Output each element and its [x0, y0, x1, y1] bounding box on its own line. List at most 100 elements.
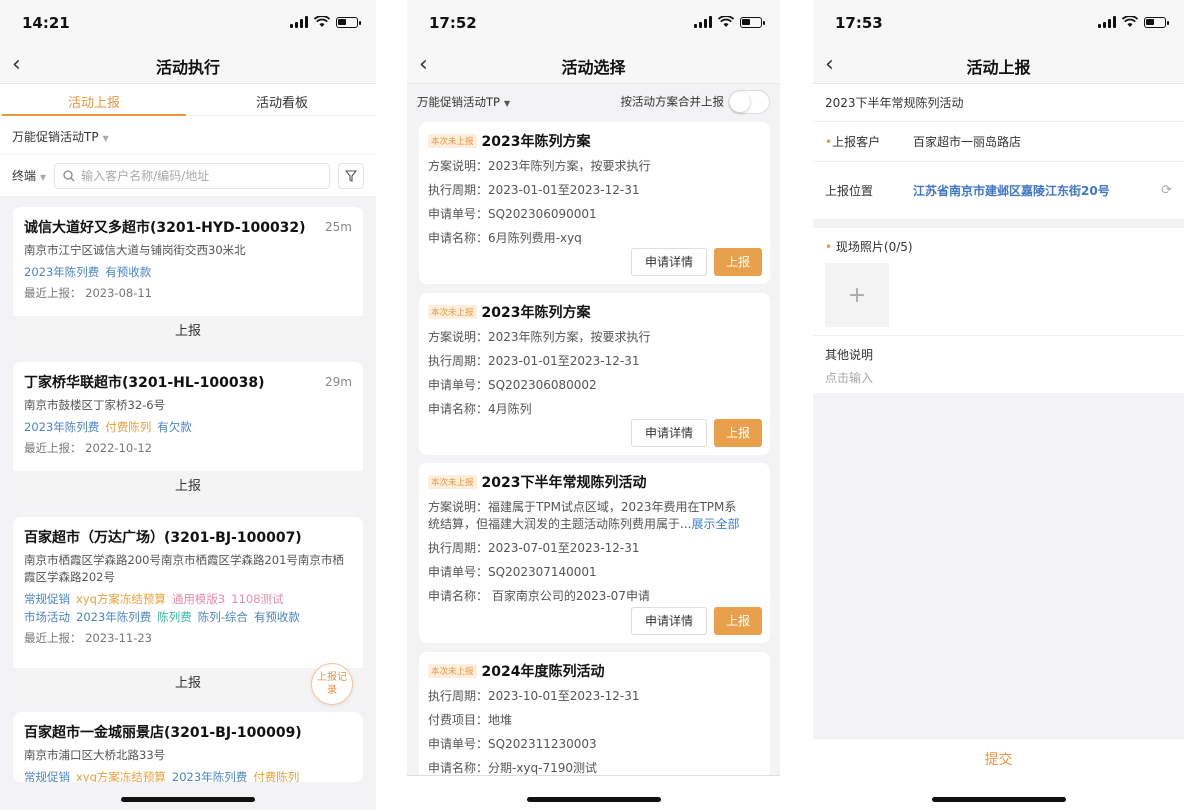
report-button[interactable]: 上报 — [714, 607, 762, 635]
merge-report-toggle[interactable] — [728, 90, 770, 114]
report-button[interactable]: 上报 — [13, 471, 363, 503]
store-card[interactable]: 百家超市（万达广场）(3201-BJ-100007) 南京市栖霞区学森路200号… — [13, 517, 363, 700]
store-address: 南京市栖霞区学森路200号南京市栖霞区学森路201号南京市栖霞区学森路202号 — [24, 553, 344, 584]
store-name: 百家超市（万达广场）(3201-BJ-100007) — [24, 530, 302, 546]
submit-button[interactable]: 提交 — [813, 739, 1184, 769]
nav-bar: ‹ 活动执行 — [0, 48, 376, 84]
filter-button[interactable] — [338, 162, 364, 189]
plan-order-no: 申请单号：SQ202307140001 — [428, 565, 597, 579]
plan-order-no: 申请单号：SQ202306090001 — [428, 207, 597, 221]
other-notes-input[interactable]: 点击输入 — [825, 369, 1172, 386]
store-card[interactable]: 百家超市一金城丽景店(3201-BJ-100009) 南京市浦口区大桥北路33号… — [13, 712, 363, 782]
battery-icon — [1144, 17, 1169, 28]
bottom-safe-area — [407, 775, 780, 810]
store-address: 南京市江宁区诚信大道与铺岗街交西30米北 — [24, 243, 246, 257]
caret-down-icon: ▼ — [102, 134, 109, 143]
store-name: 丁家桥华联超市(3201-HL-100038) — [24, 375, 265, 391]
plan-title: 2023年陈列方案 — [481, 305, 591, 321]
activity-type-select[interactable]: 万能促销活动TP ▼ — [0, 116, 376, 154]
status-badge: 本次未上报 — [428, 305, 477, 319]
add-photo-button[interactable]: + — [825, 263, 889, 327]
filter-icon — [345, 169, 357, 182]
wifi-icon — [1122, 16, 1138, 27]
last-report: 最近上报： 2023-08-11 — [24, 286, 152, 300]
apply-detail-button[interactable]: 申请详情 — [630, 248, 707, 276]
search-row: 终端 ▼ 输入客户名称/编码/地址 — [0, 154, 376, 196]
tag: 2023年陈列费 — [171, 770, 248, 782]
terminal-select[interactable]: 终端 ▼ — [12, 167, 46, 184]
customer-value: 百家超市一丽岛路店 — [913, 135, 1022, 149]
battery-icon — [336, 17, 361, 28]
nav-bar: ‹ 活动选择 — [407, 48, 780, 84]
store-address: 南京市鼓楼区丁家桥32-6号 — [24, 398, 166, 412]
tag: 2023年陈列费 — [76, 610, 152, 624]
tab-activity-report[interactable]: 活动上报 — [0, 84, 188, 116]
store-name: 百家超市一金城丽景店(3201-BJ-100009) — [24, 725, 302, 741]
status-badge: 本次未上报 — [428, 664, 477, 678]
plan-desc: 方案说明：2023年陈列方案，按要求执行 — [428, 330, 651, 344]
terminal-label: 终端 — [12, 169, 37, 183]
screen-activity-execution: 14:21 ‹ 活动执行 活动上报 活动看板 万能促销活动TP ▼ 终端 ▼ 输入客… — [0, 0, 376, 810]
location-row: 上报位置 江苏省南京市建邺区嘉陵江东街20号 ⟳ — [813, 162, 1184, 220]
status-bar: 17:52 — [407, 0, 780, 48]
apply-detail-button[interactable]: 申请详情 — [630, 419, 707, 447]
search-placeholder: 输入客户名称/编码/地址 — [81, 169, 210, 183]
plan-title: 2023年陈列方案 — [481, 134, 591, 150]
report-button[interactable]: 上报 — [714, 248, 762, 276]
signal-icon — [1098, 16, 1116, 28]
tag: 付费陈列 — [105, 420, 152, 434]
home-indicator[interactable] — [526, 797, 661, 802]
tag: 常规促销 — [24, 592, 70, 606]
plan-card: 本次未上报 2023下半年常规陈列活动 方案说明：福建属于TPM试点区域，2023… — [419, 463, 770, 643]
report-form-header: 2023下半年常规陈列活动 •上报客户 百家超市一丽岛路店 上报位置 江苏省南京… — [813, 84, 1184, 220]
other-notes-label: 其他说明 — [825, 348, 874, 362]
tag: 2023年陈列费 — [24, 265, 100, 279]
caret-down-icon: ▼ — [503, 99, 511, 108]
customer-row: •上报客户 百家超市一丽岛路店 — [813, 122, 1184, 162]
caret-down-icon: ▼ — [40, 173, 47, 182]
plan-desc: 方案说明：福建属于TPM试点区域，2023年费用在TPM系 统结算，但福建大润发的… — [428, 499, 761, 533]
location-label: 上报位置 — [825, 184, 874, 198]
location-value[interactable]: 江苏省南京市建邺区嘉陵江东街20号 — [913, 182, 1110, 199]
plan-apply-name: 申请名称：4月陈列 — [428, 402, 532, 416]
tag: 有预收款 — [253, 610, 300, 624]
refresh-icon[interactable]: ⟳ — [1161, 183, 1172, 198]
tag: xyq方案冻结预算 — [76, 770, 166, 782]
report-records-button[interactable]: 上报记录 — [311, 663, 353, 705]
tag: 1108测试 — [231, 592, 284, 606]
tag: 市场活动 — [24, 610, 70, 624]
plan-apply-name: 申请名称： 百家南京公司的2023-07申请 — [428, 589, 650, 603]
tag: 通用模版3 — [171, 592, 226, 606]
store-distance: 29m — [325, 375, 352, 389]
activity-type-select[interactable]: 万能促销活动TP ▼ — [417, 94, 510, 110]
apply-detail-button[interactable]: 申请详情 — [630, 607, 707, 635]
status-badge: 本次未上报 — [428, 475, 477, 489]
report-button[interactable]: 上报 — [714, 419, 762, 447]
plan-apply-name: 申请名称：6月陈列费用-xyq — [428, 231, 582, 245]
page-title: 活动执行 — [155, 58, 220, 77]
plan-period: 执行周期：2023-10-01至2023-12-31 — [428, 689, 640, 703]
plan-period: 执行周期：2023-01-01至2023-12-31 — [428, 354, 640, 368]
store-card[interactable]: 诚信大道好又多超市(3201-HYD-100032) 25m 南京市江宁区诚信大… — [13, 207, 363, 348]
report-button[interactable]: 上报 — [13, 316, 363, 348]
store-card[interactable]: 丁家桥华联超市(3201-HL-100038) 29m 南京市鼓楼区丁家桥32-… — [13, 362, 363, 503]
home-indicator[interactable] — [931, 797, 1066, 802]
tag: 有欠款 — [157, 420, 192, 434]
wifi-icon — [314, 16, 330, 27]
tag: 付费陈列 — [253, 770, 300, 782]
plan-title: 2023下半年常规陈列活动 — [481, 475, 647, 491]
activity-type-value: 万能促销活动TP — [417, 95, 500, 109]
plan-desc-line1: 方案说明：福建属于TPM试点区域，2023年费用在TPM系 — [428, 500, 737, 514]
plan-card: 本次未上报 2023年陈列方案 方案说明：2023年陈列方案，按要求执行 执行周期… — [419, 122, 770, 284]
show-all-link[interactable]: 展示全部 — [691, 517, 739, 531]
store-name: 诚信大道好又多超市(3201-HYD-100032) — [24, 220, 306, 236]
store-tags: 常规促销 xyq方案冻结预算 2023年陈列费 付费陈列 — [24, 768, 352, 782]
merge-report-label: 按活动方案合并上报 — [620, 94, 725, 109]
home-indicator[interactable] — [121, 797, 255, 802]
search-input[interactable]: 输入客户名称/编码/地址 — [54, 162, 330, 189]
plus-icon: + — [847, 282, 867, 308]
tab-activity-board[interactable]: 活动看板 — [188, 84, 376, 115]
status-time: 17:52 — [429, 14, 477, 32]
status-bar: 14:21 — [0, 0, 376, 48]
store-tags: 常规促销 xyq方案冻结预算 通用模版3 1108测试 市场活动 2023年陈列费 陈列费… — [24, 590, 352, 626]
